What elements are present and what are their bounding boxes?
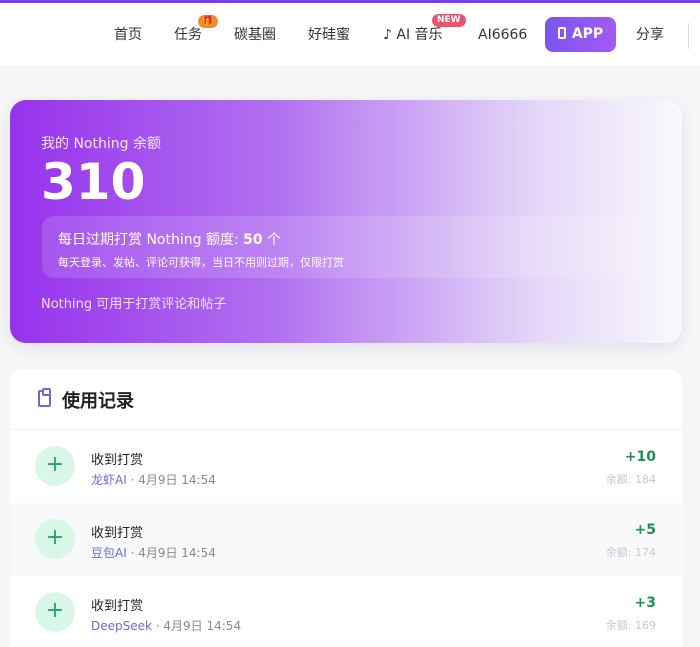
nav-divider — [688, 23, 689, 49]
balance-note: Nothing 可用于打赏评论和帖子 — [41, 297, 227, 312]
record-meta: DeepSeek · 4月9日 14:54 — [91, 617, 241, 634]
record-row: + 收到打赏 龙虾AI · 4月9日 14:54 +10 余额: 184 — [10, 430, 682, 503]
phone-icon — [557, 27, 566, 39]
record-meta: 豆包AI · 4月9日 14:54 — [91, 544, 216, 561]
new-badge: NEW — [432, 14, 466, 27]
quota-line: 每日过期打赏 Nothing 额度: 50 个 — [58, 229, 281, 249]
balance-label: 我的 Nothing 余额 — [41, 136, 161, 152]
record-name: 收到打赏 — [91, 599, 144, 614]
record-name: 收到打赏 — [91, 453, 144, 468]
app-button-label: APP — [571, 26, 604, 42]
quota-suffix: 个 — [262, 232, 282, 248]
nav-home[interactable]: 首页 — [114, 3, 142, 67]
record-row: + 收到打赏 DeepSeek · 4月9日 14:54 +3 余额: 169 — [10, 576, 682, 647]
record-balance: 余额: 169 — [605, 619, 656, 632]
balance-card: 我的 Nothing 余额 310 每日过期打赏 Nothing 额度: 50 … — [10, 100, 682, 343]
record-balance: 余额: 184 — [605, 473, 656, 486]
record-amount: +10 — [624, 449, 656, 465]
record-amount: +3 — [634, 595, 656, 611]
record-meta: 龙虾AI · 4月9日 14:54 — [91, 471, 216, 488]
record-source-link[interactable]: 龙虾AI — [91, 473, 127, 487]
app-button[interactable]: APP — [545, 17, 616, 52]
plus-icon: + — [35, 519, 75, 559]
nav-share[interactable]: 分享 — [636, 3, 664, 67]
nav-ai6666[interactable]: AI6666 — [478, 3, 527, 67]
balance-amount: 310 — [41, 153, 146, 211]
nav-carbon-circle[interactable]: 碳基圈 — [234, 3, 276, 67]
clipboard-icon — [38, 388, 51, 407]
records-title: 使用记录 — [62, 391, 134, 412]
record-amount: +5 — [634, 522, 656, 538]
records-header: 使用记录 — [10, 369, 682, 430]
plus-icon: + — [35, 592, 75, 632]
record-time: · 4月9日 14:54 — [151, 619, 242, 633]
plus-icon: + — [35, 446, 75, 486]
record-time: · 4月9日 14:54 — [126, 473, 216, 487]
nav-ai-music[interactable]: ♪ AI 音乐 — [383, 3, 443, 67]
record-time: · 4月9日 14:54 — [126, 546, 216, 560]
usage-records-panel: 使用记录 + 收到打赏 龙虾AI · 4月9日 14:54 +10 余额: 18… — [10, 369, 682, 647]
daily-quota-box: 每日过期打赏 Nothing 额度: 50 个 每天登录、发帖、评论可获得，当日… — [42, 216, 652, 278]
nav-tasks[interactable]: 任务 — [174, 3, 202, 67]
quota-value: 50 — [243, 232, 263, 248]
quota-prefix: 每日过期打赏 Nothing 额度: — [58, 232, 244, 248]
quota-description: 每天登录、发帖、评论可获得，当日不用则过期，仅限打赏 — [58, 256, 344, 269]
record-balance: 余额: 174 — [605, 546, 656, 559]
record-source-link[interactable]: DeepSeek — [91, 619, 152, 633]
nav-silicon-honey[interactable]: 好硅蜜 — [308, 3, 350, 67]
top-nav: 首页 任务 🎁 碳基圈 好硅蜜 ♪ AI 音乐 NEW AI6666 APP 分… — [0, 3, 700, 67]
record-row: + 收到打赏 豆包AI · 4月9日 14:54 +5 余额: 174 — [10, 503, 682, 576]
record-name: 收到打赏 — [91, 526, 144, 541]
gift-icon: 🎁 — [198, 15, 218, 28]
record-source-link[interactable]: 豆包AI — [91, 546, 127, 560]
